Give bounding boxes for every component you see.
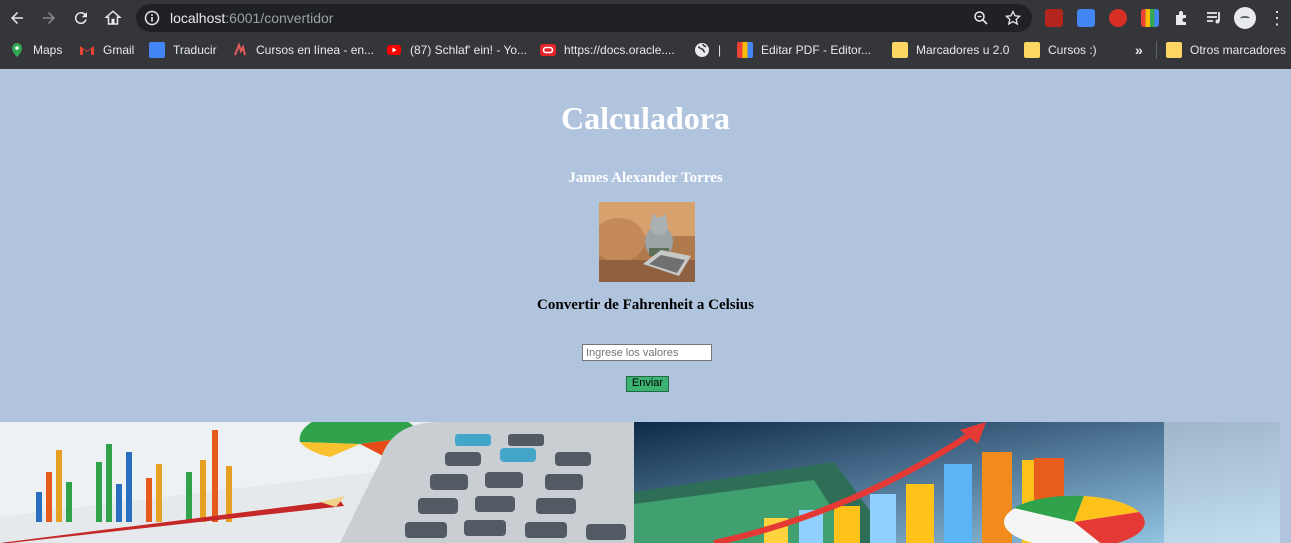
address-bar[interactable]: localhost:6001/convertidor	[136, 4, 1032, 32]
finance-charts-calculator-image	[0, 422, 634, 543]
bookmark-folder-cursos[interactable]: Cursos :)	[1024, 41, 1097, 59]
bookmark-label: Marcadores u 2.0	[916, 43, 1010, 57]
bookmark-translate[interactable]: Traducir	[149, 41, 217, 59]
bookmark-label: https://docs.oracle....	[564, 43, 675, 57]
globe-icon	[695, 43, 709, 57]
bookmark-label: Editar PDF - Editor...	[761, 43, 872, 57]
browser-menu-icon[interactable]: ⋮	[1268, 8, 1286, 28]
folder-icon	[1024, 42, 1040, 58]
submit-button[interactable]: Enviar	[626, 376, 669, 392]
forward-button[interactable]	[37, 6, 61, 30]
acrobat-extension-icon[interactable]	[1045, 9, 1063, 27]
bookmark-label: (87) Schlaf' ein! - Yo...	[410, 43, 528, 57]
bookmark-other[interactable]: Otros marcadores	[1166, 41, 1286, 59]
profile-avatar[interactable]	[1234, 7, 1256, 29]
forward-arrow-icon	[43, 12, 55, 24]
bookmark-label: |	[718, 43, 722, 57]
home-icon	[104, 10, 122, 25]
bookmark-folder-marcadores[interactable]: Marcadores u 2.0	[892, 41, 1009, 59]
bookmark-pdf-editor[interactable]: Editar PDF - Editor...	[737, 41, 871, 59]
back-arrow-icon	[11, 12, 23, 24]
bookmark-courses[interactable]: Cursos en línea - en...	[232, 41, 374, 59]
reload-icon	[74, 12, 87, 25]
url-path: :6001/convertidor	[225, 10, 334, 26]
browser-toolbar: localhost:6001/convertidor ⋮	[0, 0, 1291, 36]
info-icon[interactable]	[144, 10, 160, 26]
back-button[interactable]	[5, 6, 29, 30]
bookmark-oracle[interactable]: https://docs.oracle....	[540, 41, 675, 59]
url-text[interactable]: localhost:6001/convertidor	[170, 10, 333, 26]
media-queue-icon[interactable]	[1205, 9, 1223, 27]
bookmark-label: Maps	[33, 43, 63, 57]
translate-icon	[149, 42, 165, 58]
extensions-puzzle-icon[interactable]	[1173, 9, 1191, 27]
bookmark-globe[interactable]: |	[694, 41, 721, 59]
bookmark-label: Cursos :)	[1048, 43, 1097, 57]
bookmark-label: Cursos en línea - en...	[256, 43, 375, 57]
browser-chrome: localhost:6001/convertidor ⋮ Maps Gmail …	[0, 0, 1291, 69]
gmail-icon	[80, 46, 94, 55]
bookmark-star-icon[interactable]	[1005, 10, 1021, 26]
courses-icon	[234, 42, 246, 56]
folder-icon	[1166, 42, 1182, 58]
oracle-icon	[540, 44, 556, 56]
reload-button[interactable]	[69, 6, 93, 30]
adblock-extension-icon[interactable]	[1109, 9, 1127, 27]
more-bookmarks-button[interactable]: »	[1135, 41, 1143, 59]
bookmark-gmail[interactable]: Gmail	[79, 41, 134, 59]
bookmark-label: Gmail	[103, 43, 135, 57]
bookmarks-separator	[1156, 41, 1157, 59]
color-extension-icon[interactable]	[1141, 9, 1159, 27]
bookmarks-bar: Maps Gmail Traducir Cursos en línea - en…	[0, 36, 1291, 65]
author-name: James Alexander Torres	[568, 170, 723, 186]
bookmark-youtube[interactable]: (87) Schlaf' ein! - Yo...	[386, 41, 527, 59]
maps-icon	[12, 43, 22, 57]
translate-extension-icon[interactable]	[1077, 9, 1095, 27]
cat-typing-image	[599, 202, 695, 282]
url-host: localhost	[170, 10, 226, 26]
folder-icon	[892, 42, 908, 58]
bookmark-label: Traducir	[173, 43, 217, 57]
bookmark-maps[interactable]: Maps	[9, 41, 62, 59]
pdf-editor-icon	[737, 42, 753, 58]
temperature-input[interactable]	[582, 344, 712, 361]
youtube-icon	[387, 45, 401, 55]
bookmark-label: Otros marcadores	[1190, 43, 1287, 57]
page-title: Calculadora	[561, 100, 730, 136]
page-content: Calculadora James Alexander Torres Conve…	[0, 69, 1291, 543]
zoom-icon[interactable]	[973, 10, 989, 26]
growth-chart-image	[634, 422, 1280, 543]
home-button[interactable]	[101, 6, 125, 30]
converter-subtitle: Convertir de Fahrenheit a Celsius	[537, 297, 754, 313]
